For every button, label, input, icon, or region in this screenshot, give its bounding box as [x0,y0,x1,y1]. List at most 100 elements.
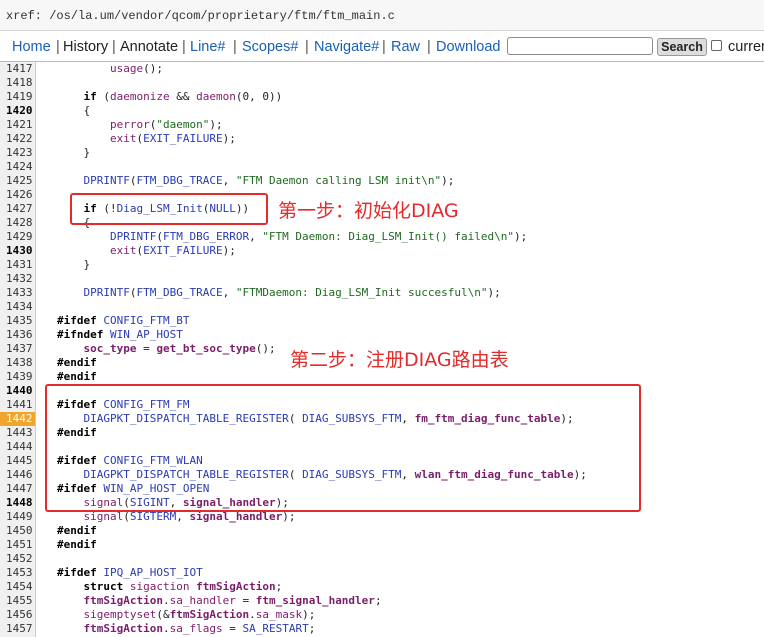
annotate-link[interactable]: Annotate [120,39,178,55]
code-token[interactable]: DPRINTF [84,286,130,299]
code-token[interactable]: exit [110,244,137,257]
home-link[interactable]: Home [12,39,51,55]
code-token[interactable]: IPQ_AP_HOST_IOT [103,566,202,579]
code-token[interactable]: soc_type [84,342,137,355]
line-number[interactable]: 1444 [0,440,35,454]
code-token[interactable]: sa_mask [256,608,302,621]
code-text: #endif [57,524,97,538]
search-input[interactable] [507,37,653,55]
line-number[interactable]: 1429 [0,230,35,244]
code-token[interactable]: get_bt_soc_type [156,342,255,355]
code-token[interactable]: perror [110,118,150,131]
line-number[interactable]: 1418 [0,76,35,90]
scopes-toggle[interactable]: Scopes# [242,39,298,55]
line-number[interactable]: 1454 [0,580,35,594]
code-line: 1434 [0,300,764,314]
raw-link[interactable]: Raw [391,39,420,55]
line-number[interactable]: 1435 [0,314,35,328]
code-text: #endif [57,356,97,370]
code-token[interactable]: EXIT_FAILURE [143,244,222,257]
code-token[interactable]: exit [110,132,137,145]
line-number[interactable]: 1425 [0,174,35,188]
line-number-toggle[interactable]: Line# [190,39,225,55]
line-number[interactable]: 1426 [0,188,35,202]
code-token[interactable]: CONFIG_FTM_BT [103,314,189,327]
line-number[interactable]: 1438 [0,356,35,370]
history-link[interactable]: History [63,39,108,55]
line-number[interactable]: 1450 [0,524,35,538]
line-number[interactable]: 1447 [0,482,35,496]
line-number[interactable]: 1436 [0,328,35,342]
line-number[interactable]: 1430 [0,244,35,258]
code-token[interactable]: EXIT_FAILURE [143,132,222,145]
xref-path[interactable]: xref: /os/la.um/vendor/qcom/proprietary/… [6,9,395,23]
code-token: ); [441,174,455,187]
code-token[interactable]: ftmSigAction [84,622,163,635]
line-number[interactable]: 1431 [0,258,35,272]
line-number[interactable]: 1449 [0,510,35,524]
line-number[interactable]: 1432 [0,272,35,286]
line-number[interactable]: 1421 [0,118,35,132]
download-link[interactable]: Download [436,39,501,55]
line-number[interactable]: 1433 [0,286,35,300]
code-token[interactable]: ftmSigAction [84,594,163,607]
line-number[interactable]: 1451 [0,538,35,552]
line-number[interactable]: 1456 [0,608,35,622]
line-number[interactable]: 1448 [0,496,35,510]
code-text: #ifdef CONFIG_FTM_BT [57,314,189,328]
code-line: 1449 signal(SIGTERM, signal_handler); [0,510,764,524]
line-number[interactable]: 1420 [0,104,35,118]
line-number[interactable]: 1424 [0,160,35,174]
code-token[interactable]: sa_handler [170,594,236,607]
code-token[interactable]: daemon [196,90,236,103]
line-number[interactable]: 1453 [0,566,35,580]
line-number[interactable]: 1455 [0,594,35,608]
code-token[interactable]: sa_flags [170,622,223,635]
line-number[interactable]: 1452 [0,552,35,566]
code-token: (& [156,608,170,621]
line-number[interactable]: 1422 [0,132,35,146]
separator: | [382,39,386,55]
search-button[interactable]: Search [657,38,707,56]
line-number[interactable]: 1417 [0,62,35,76]
line-number[interactable]: 1441 [0,398,35,412]
line-number[interactable]: 1419 [0,90,35,104]
line-number[interactable]: 1428 [0,216,35,230]
line-number[interactable]: 1439 [0,370,35,384]
line-number[interactable]: 1443 [0,426,35,440]
code-text: if (daemonize && daemon(0, 0)) [57,90,283,104]
code-token: . [162,594,170,607]
current-directory-checkbox[interactable] [711,40,722,51]
code-token[interactable]: ftmSigAction [170,608,249,621]
code-token[interactable]: usage [110,62,143,75]
xref-bar: xref: /os/la.um/vendor/qcom/proprietary/… [0,0,764,31]
code-token[interactable]: FTM_DBG_ERROR [163,230,249,243]
code-token[interactable]: FTM_DBG_TRACE [136,286,222,299]
code-line: 1455 ftmSigAction.sa_handler = ftm_signa… [0,594,764,608]
line-number[interactable]: 1434 [0,300,35,314]
code-token[interactable]: DPRINTF [84,174,130,187]
code-token[interactable]: ftmSigAction [196,580,275,593]
line-number[interactable]: 1446 [0,468,35,482]
code-token[interactable]: FTM_DBG_TRACE [136,174,222,187]
code-token[interactable]: ftm_signal_handler [256,594,375,607]
code-line: 1435 #ifdef CONFIG_FTM_BT [0,314,764,328]
line-number[interactable]: 1445 [0,454,35,468]
code-token[interactable]: SA_RESTART [242,622,308,635]
line-number[interactable]: 1440 [0,384,35,398]
code-token[interactable]: sigemptyset [84,608,157,621]
code-token[interactable]: DPRINTF [110,230,156,243]
line-number[interactable]: 1457 [0,622,35,636]
code-token[interactable]: daemonize [110,90,170,103]
navigate-toggle[interactable]: Navigate# [314,39,379,55]
code-token[interactable]: sigaction [130,580,190,593]
code-line: 1451 #endif [0,538,764,552]
line-number[interactable]: 1437 [0,342,35,356]
line-number[interactable]: 1423 [0,146,35,160]
code-token[interactable]: WIN_AP_HOST [110,328,183,341]
code-text: DPRINTF(FTM_DBG_TRACE, "FTM Daemon calli… [57,174,455,188]
line-number[interactable]: 1442 [0,412,35,426]
line-number[interactable]: 1427 [0,202,35,216]
